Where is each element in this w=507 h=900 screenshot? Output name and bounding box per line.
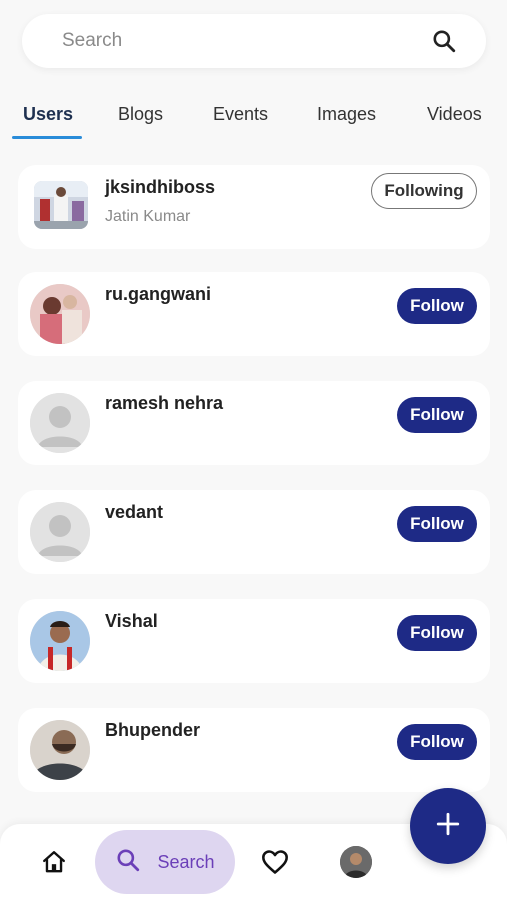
search-icon [115, 847, 141, 878]
plus-icon [435, 811, 461, 842]
nav-search-label: Search [157, 851, 215, 872]
username: Vishal [105, 611, 158, 631]
add-button[interactable] [410, 788, 486, 864]
heart-icon[interactable] [259, 846, 291, 878]
avatar[interactable] [30, 284, 90, 344]
follow-button[interactable]: Follow [397, 397, 477, 433]
avatar[interactable] [30, 611, 90, 671]
follow-button[interactable]: Follow [397, 615, 477, 651]
avatar[interactable] [30, 720, 90, 780]
tab-events[interactable]: Events [213, 104, 268, 125]
avatar[interactable] [340, 846, 372, 878]
tab-videos[interactable]: Videos [427, 104, 482, 125]
tab-blogs[interactable]: Blogs [118, 104, 163, 125]
follow-button[interactable]: Follow [397, 506, 477, 542]
full-name: Jatin Kumar [105, 208, 191, 225]
user-card[interactable]: jksindhiboss Jatin Kumar Following [18, 165, 490, 249]
default-avatar-icon[interactable] [30, 393, 90, 453]
user-card[interactable]: ramesh nehra Follow [18, 381, 490, 465]
following-button[interactable]: Following [371, 173, 477, 209]
user-card[interactable]: ru.gangwani Follow [18, 272, 490, 356]
user-card[interactable]: Bhupender Follow [18, 708, 490, 792]
username: vedant [105, 502, 164, 522]
follow-button[interactable]: Follow [397, 724, 477, 760]
username: jksindhiboss [105, 177, 216, 197]
username: Bhupender [105, 720, 201, 740]
nav-search-tab[interactable]: Search [95, 830, 235, 894]
follow-button[interactable]: Follow [397, 288, 477, 324]
search-bar [22, 14, 486, 68]
tab-bar: Users Blogs Events Images Videos [0, 96, 507, 140]
username: ramesh nehra [105, 393, 224, 413]
search-icon[interactable] [428, 25, 460, 57]
active-tab-indicator [12, 136, 82, 139]
user-card[interactable]: Vishal Follow [18, 599, 490, 683]
default-avatar-icon[interactable] [30, 502, 90, 562]
search-input[interactable] [62, 30, 428, 52]
username: ru.gangwani [105, 284, 212, 304]
tab-users[interactable]: Users [23, 104, 73, 125]
user-card[interactable]: vedant Follow [18, 490, 490, 574]
tab-images[interactable]: Images [317, 104, 376, 125]
avatar[interactable] [34, 181, 88, 229]
home-icon[interactable] [38, 846, 70, 878]
